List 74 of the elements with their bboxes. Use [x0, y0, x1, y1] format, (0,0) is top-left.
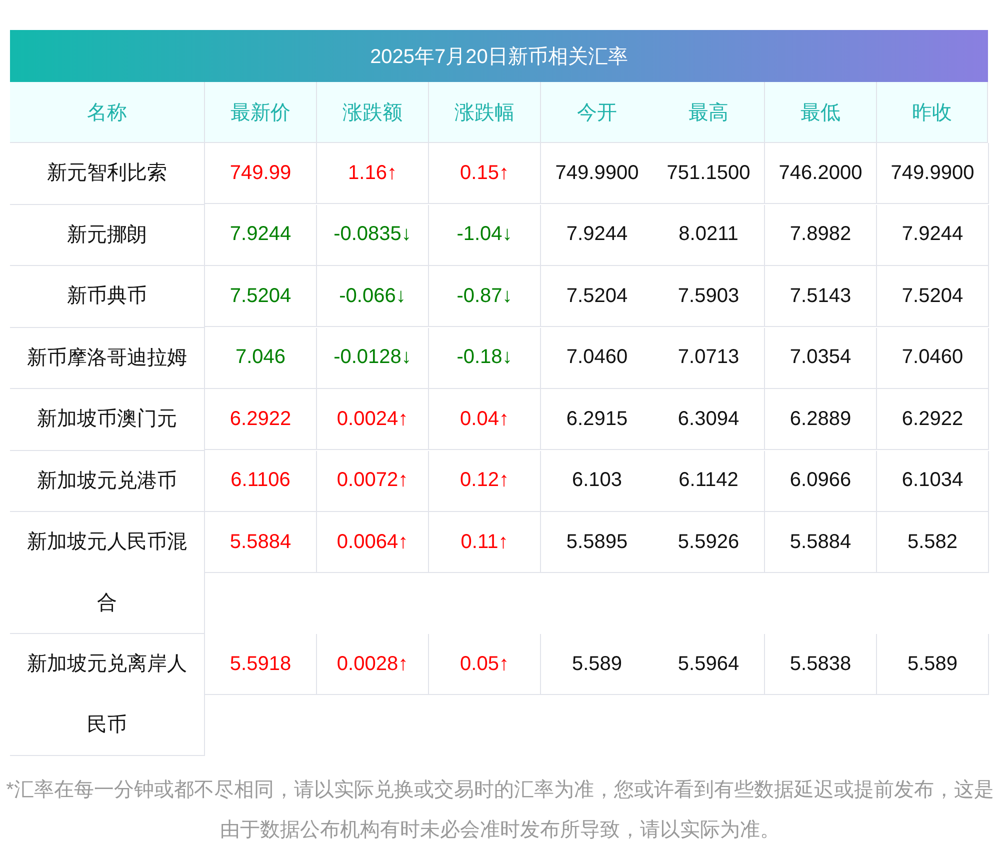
table-cell: 7.5903 [653, 266, 765, 326]
table-cell: 5.5838 [765, 634, 877, 694]
table-title: 2025年7月20日新币相关汇率 [10, 30, 988, 82]
table-cell: 0.0028↑ [317, 634, 429, 694]
table-cell: 7.0460 [877, 328, 989, 388]
table-cell: -0.18↓ [429, 328, 541, 388]
table-cell: 6.1142 [653, 450, 765, 510]
currency-name-cell: 新加坡元兑港币 [10, 450, 205, 512]
table-cell: 0.04↑ [429, 389, 541, 449]
table-cell: 0.0064↑ [317, 512, 429, 572]
table-cell: 0.11↑ [429, 512, 541, 572]
table-cell-text: 6.2915 [565, 406, 629, 432]
table-cell: 5.5918 [205, 634, 317, 694]
table-cell: 0.0072↑ [317, 450, 429, 510]
table-cell-text: 6.103 [570, 468, 624, 493]
column-header: 最新价 [205, 82, 317, 142]
column-header: 名称 [10, 82, 205, 142]
currency-name-cell: 新加坡币澳门元 [10, 389, 205, 450]
table-cell: 6.3094 [653, 389, 765, 449]
column-header: 今开 [576, 100, 618, 126]
table-cell: 5.582 [877, 512, 989, 572]
table-cell: -0.87↓ [429, 266, 541, 326]
table-cell: 0.0024↑ [317, 389, 429, 449]
table-cell-text: 7.0460 [565, 345, 629, 370]
column-header: 涨跌幅 [429, 82, 541, 142]
table-cell: 6.2922 [877, 389, 989, 449]
table-cell: 7.8982 [765, 204, 877, 264]
column-header: 最高 [653, 82, 765, 142]
table-cell: 7.5204 [205, 266, 317, 326]
currency-name-cell: 新元挪朗 [10, 204, 205, 266]
table-cell: 5.5926 [653, 512, 765, 572]
table-cell: 5.5884 [205, 512, 317, 572]
table-cell-text: 749.9900 [554, 160, 640, 186]
table-cell: -1.04↓ [429, 204, 541, 264]
table-cell: -0.0835↓ [317, 204, 429, 264]
table-cell: 749.9900 [877, 143, 989, 203]
table-cell: 7.0354 [765, 328, 877, 388]
table-cell-text: 7.5204 [565, 284, 629, 308]
table-cell: 7.046 [205, 328, 317, 388]
currency-name-cell: 新币摩洛哥迪拉姆 [10, 328, 205, 389]
table-cell-text: 5.589 [570, 652, 624, 676]
column-header: 最低 [765, 82, 877, 142]
table-cell: 0.05↑ [429, 634, 541, 694]
table-cell: 7.5143 [765, 266, 877, 326]
table-cell: 5.589 [877, 634, 989, 694]
table-cell: 6.2922 [205, 389, 317, 449]
table-cell: 0.15↑ [429, 143, 541, 203]
table-cell: 7.9244 [877, 204, 989, 264]
table-cell-text: 7.9244 [565, 222, 629, 247]
currency-name-cell: 新加坡元人民币混合 [10, 512, 205, 634]
table-cell-text: 5.5895 [565, 530, 629, 554]
currency-name-cell: 新加坡元兑离岸人民币 [10, 634, 205, 756]
table-cell: -0.0128↓ [317, 328, 429, 388]
table-cell: 7.5204 [877, 266, 989, 326]
table-cell: 5.5884 [765, 512, 877, 572]
table-cell: 1.16↑ [317, 143, 429, 203]
table-cell: 6.1034 [877, 450, 989, 510]
currency-name-cell: 新币典币 [10, 266, 205, 328]
table-cell: 751.1500 [653, 143, 765, 203]
currency-name-cell: 新元智利比索 [10, 143, 205, 204]
table-cell: 0.12↑ [429, 450, 541, 510]
table-cell: 749.99 [205, 143, 317, 203]
disclaimer-note: *汇率在每一分钟或都不尽相同，请以实际兑换或交易时的汇率为准，您或许看到有些数据延迟或提前发布，这是由于数据公布机构有时未必会准时发布所导致，请以实际为准。 [6, 778, 994, 843]
table-cell: -0.066↓ [317, 266, 429, 326]
table-cell: 8.0211 [653, 204, 765, 264]
table-cell: 746.2000 [765, 143, 877, 203]
table-cell: 6.0966 [765, 450, 877, 510]
table-cell: 5.5964 [653, 634, 765, 694]
table-cell: 7.9244 [205, 204, 317, 264]
column-header: 涨跌额 [317, 82, 429, 142]
table-cell: 7.0713 [653, 328, 765, 388]
table-cell: 6.2889 [765, 389, 877, 449]
table-cell: 6.1106 [205, 450, 317, 510]
column-header: 昨收 [877, 82, 988, 142]
